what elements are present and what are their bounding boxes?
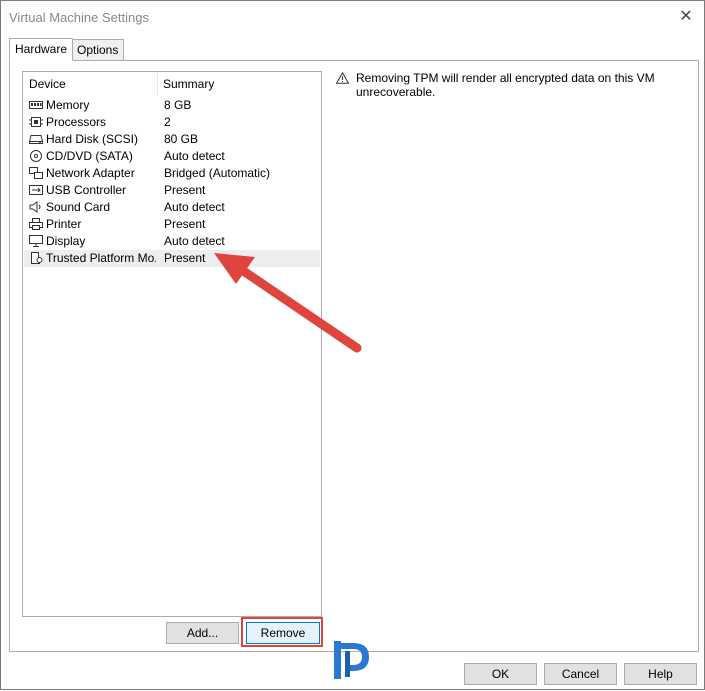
virtual-machine-settings-window: Virtual Machine Settings ✕ Hardware Opti… [0,0,705,690]
device-list[interactable]: Device Summary Memory 8 GB Processors 2 … [22,71,322,617]
device-row-printer[interactable]: Printer Present [24,216,320,233]
printer-icon [29,218,43,230]
ok-button[interactable]: OK [464,663,537,685]
cd-dvd-icon [29,150,43,162]
sound-card-icon [29,201,43,213]
display-icon [29,235,43,247]
device-summary: Present [164,217,206,231]
device-name: Network Adapter [46,166,135,180]
help-button[interactable]: Help [624,663,697,685]
device-name: Printer [46,217,82,231]
add-button[interactable]: Add... [166,622,239,644]
device-row-display[interactable]: Display Auto detect [24,233,320,250]
device-name: USB Controller [46,183,127,197]
warning-icon [335,71,350,84]
tab-options[interactable]: Options [71,39,125,61]
device-summary: 8 GB [164,98,192,112]
column-header-device[interactable]: Device [29,72,157,96]
title-bar: Virtual Machine Settings ✕ [1,1,704,35]
warning-text: Removing TPM will render all encrypted d… [356,71,655,99]
tab-hardware[interactable]: Hardware [9,38,74,61]
device-name: Processors [46,115,107,129]
prajwal-logo-icon [334,641,369,679]
device-name: Hard Disk (SCSI) [46,132,139,146]
cancel-button[interactable]: Cancel [544,663,617,685]
remove-button-highlight [241,617,323,647]
device-summary: 2 [164,115,171,129]
network-adapter-icon [29,167,43,179]
hard-disk-icon [29,133,43,145]
device-row-network-adapter[interactable]: Network Adapter Bridged (Automatic) [24,165,320,182]
device-name: Display [46,234,86,248]
device-name: Sound Card [46,200,111,214]
device-summary: Present [164,183,206,197]
device-summary: Auto detect [164,234,225,248]
memory-icon [29,99,43,111]
hardware-tab-panel: Device Summary Memory 8 GB Processors 2 … [9,60,699,652]
tpm-icon [29,252,43,264]
device-name: CD/DVD (SATA) [46,149,133,163]
device-row-trusted-platform-module[interactable]: Trusted Platform Mo... Present [24,250,320,267]
processor-icon [29,116,43,128]
device-row-hard-disk[interactable]: Hard Disk (SCSI) 80 GB [24,131,320,148]
close-icon[interactable]: ✕ [676,7,696,27]
device-summary: Auto detect [164,149,225,163]
usb-icon [29,184,43,196]
device-row-usb-controller[interactable]: USB Controller Present [24,182,320,199]
device-name: Memory [46,98,90,112]
device-row-memory[interactable]: Memory 8 GB [24,97,320,114]
device-name: Trusted Platform Mo... [46,251,156,265]
device-row-sound-card[interactable]: Sound Card Auto detect [24,199,320,216]
device-summary: Present [164,251,206,265]
column-separator[interactable] [157,72,158,96]
column-header-summary[interactable]: Summary [163,72,214,96]
device-summary: Auto detect [164,200,225,214]
device-summary: Bridged (Automatic) [164,166,271,180]
device-row-cd-dvd[interactable]: CD/DVD (SATA) Auto detect [24,148,320,165]
device-row-processors[interactable]: Processors 2 [24,114,320,131]
window-title: Virtual Machine Settings [9,10,149,25]
device-summary: 80 GB [164,132,199,146]
